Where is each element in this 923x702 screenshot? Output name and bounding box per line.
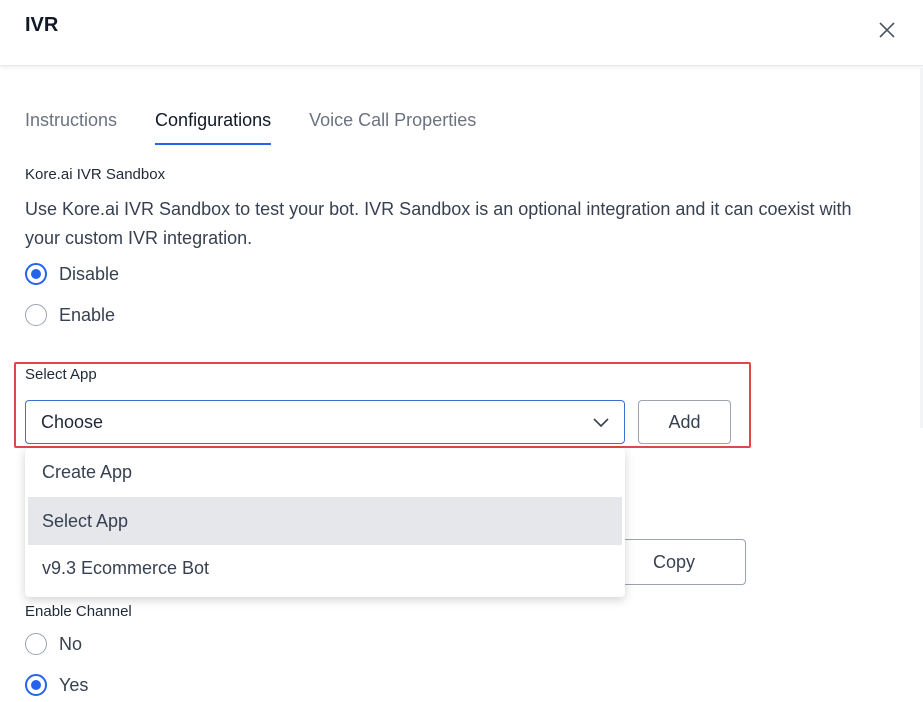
radio-disable[interactable]: Disable bbox=[25, 263, 119, 285]
enable-channel-label: Enable Channel bbox=[25, 603, 132, 620]
radio-checked-icon[interactable] bbox=[25, 674, 47, 696]
select-value: Choose bbox=[41, 412, 104, 432]
dialog-title: IVR bbox=[25, 14, 59, 36]
copy-button-label: Copy bbox=[653, 552, 696, 572]
tab-instructions[interactable]: Instructions bbox=[25, 108, 117, 145]
sandbox-label: Kore.ai IVR Sandbox bbox=[25, 166, 166, 183]
radio-label: No bbox=[59, 633, 83, 654]
radio-unchecked-icon[interactable] bbox=[25, 304, 47, 326]
tab-configurations[interactable]: Configurations bbox=[155, 108, 272, 145]
copy-button[interactable]: Copy bbox=[604, 539, 746, 585]
dropdown-item-ecommerce-bot[interactable]: v9.3 Ecommerce Bot bbox=[28, 544, 622, 592]
radio-label: Enable bbox=[59, 304, 116, 325]
dropdown-item-select-app[interactable]: Select App bbox=[28, 497, 622, 545]
radio-checked-icon[interactable] bbox=[25, 263, 47, 285]
select-app-label: Select App bbox=[25, 366, 97, 383]
radio-yes[interactable]: Yes bbox=[25, 674, 88, 696]
radio-label: Yes bbox=[59, 674, 89, 695]
radio-enable[interactable]: Enable bbox=[25, 304, 115, 326]
dialog-header: IVR bbox=[0, 0, 923, 66]
radio-no[interactable]: No bbox=[25, 633, 82, 655]
chevron-down-icon bbox=[592, 415, 610, 431]
radio-label: Disable bbox=[59, 263, 120, 284]
app-dropdown-menu: Create App Select App v9.3 Ecommerce Bot bbox=[25, 448, 625, 597]
app-select-dropdown[interactable]: Choose bbox=[25, 400, 625, 444]
radio-unchecked-icon[interactable] bbox=[25, 633, 47, 655]
tab-bar: Instructions Configurations Voice Call P… bbox=[25, 108, 514, 146]
add-button[interactable]: Add bbox=[638, 400, 731, 444]
sandbox-description: Use Kore.ai IVR Sandbox to test your bot… bbox=[25, 199, 852, 248]
close-icon[interactable] bbox=[874, 17, 900, 43]
tab-voice-call-properties[interactable]: Voice Call Properties bbox=[309, 108, 476, 145]
dropdown-item-create-app[interactable]: Create App bbox=[28, 448, 622, 496]
